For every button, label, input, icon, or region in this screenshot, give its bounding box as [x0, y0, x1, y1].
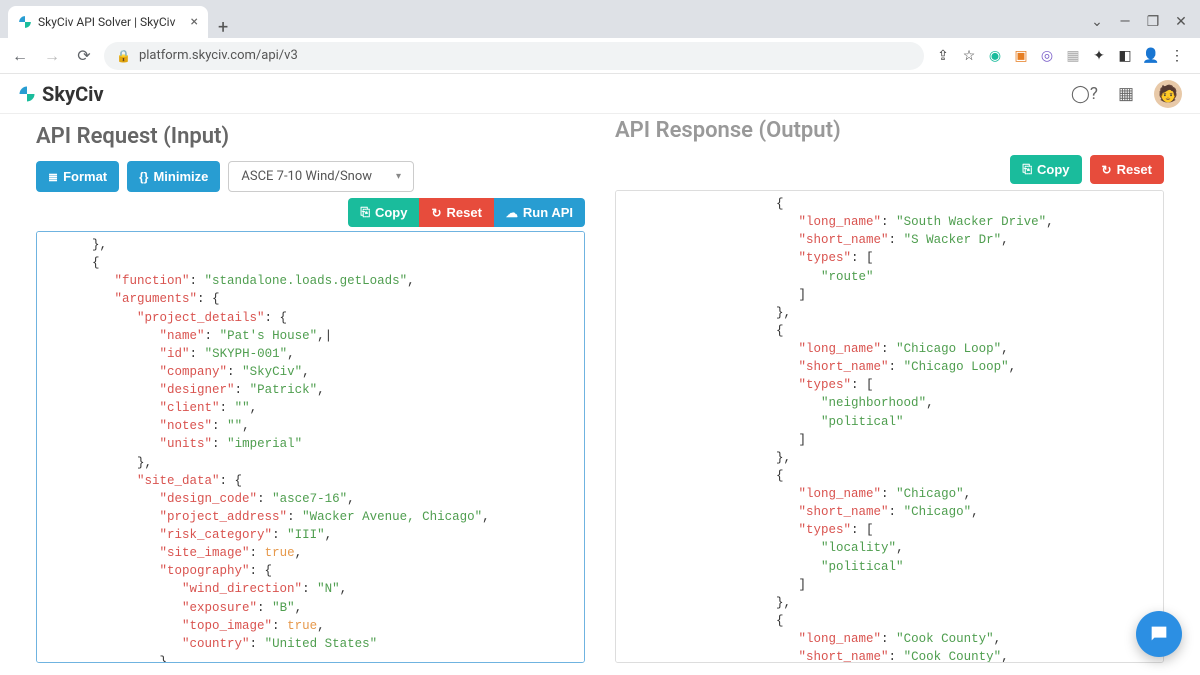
copy-response-button[interactable]: ⎘ Copy — [1010, 155, 1081, 184]
extension-icon[interactable]: ▣ — [1010, 45, 1032, 67]
restore-window-icon[interactable]: ❐ — [1142, 14, 1164, 30]
star-icon[interactable]: ☆ — [958, 45, 980, 67]
extension-icon[interactable]: ◎ — [1036, 45, 1058, 67]
toolbar-icons: ⇪ ☆ ◉ ▣ ◎ ▦ ✦ ◧ 👤 ⋮ — [932, 45, 1192, 67]
tab-title: SkyCiv API Solver | SkyCiv — [38, 15, 175, 29]
extension-icon[interactable]: ◉ — [984, 45, 1006, 67]
brand-logo[interactable]: SkyCiv — [18, 82, 104, 106]
response-viewer[interactable]: { "long_name": "South Wacker Drive", "sh… — [615, 190, 1164, 663]
braces-icon: {} — [139, 170, 148, 184]
request-title: API Request (Input) — [36, 124, 585, 149]
extension-icon[interactable]: ◧ — [1114, 45, 1136, 67]
extension-icon[interactable]: ▦ — [1062, 45, 1084, 67]
request-toolbar: ≣ Format {} Minimize ASCE 7-10 Wind/Snow… — [36, 161, 585, 192]
forward-button[interactable]: → — [40, 44, 64, 68]
back-button[interactable]: ← — [8, 44, 32, 68]
response-code: { "long_name": "South Wacker Drive", "sh… — [616, 191, 1163, 663]
share-icon[interactable]: ⇪ — [932, 45, 954, 67]
new-tab-button[interactable]: + — [208, 17, 238, 38]
minimize-window-icon[interactable]: — — [1114, 14, 1136, 30]
request-editor[interactable]: }, { "function": "standalone.loads.getLo… — [36, 231, 585, 663]
tab-close-icon[interactable]: × — [191, 14, 198, 30]
chat-launcher[interactable] — [1136, 611, 1182, 657]
help-icon[interactable]: ◯? — [1071, 84, 1098, 104]
window-controls: ⌄ — ❐ ✕ — [1086, 14, 1192, 38]
user-avatar[interactable]: 🧑 — [1154, 80, 1182, 108]
dropdown-selected: ASCE 7-10 Wind/Snow — [241, 169, 372, 184]
close-window-icon[interactable]: ✕ — [1170, 14, 1192, 30]
lock-icon: 🔒 — [116, 49, 131, 63]
request-action-bar: ⎘ Copy ↻ Reset ☁ Run API — [36, 198, 585, 227]
url-text: platform.skyciv.com/api/v3 — [139, 48, 298, 63]
puzzle-icon[interactable]: ✦ — [1088, 45, 1110, 67]
chevron-down-icon: ▾ — [396, 171, 401, 182]
format-button[interactable]: ≣ Format — [36, 161, 119, 192]
reset-response-button[interactable]: ↻ Reset — [1090, 155, 1164, 184]
profile-avatar-icon[interactable]: 👤 — [1140, 45, 1162, 67]
app-header: SkyCiv ◯? ▦ 🧑 — [0, 74, 1200, 114]
browser-tabstrip: SkyCiv API Solver | SkyCiv × + ⌄ — ❐ ✕ — [0, 0, 1200, 38]
align-icon: ≣ — [48, 170, 58, 184]
tab-favicon-icon — [18, 15, 32, 29]
response-toolbar: ⎘ Copy ↻ Reset — [615, 155, 1164, 184]
browser-address-bar: ← → ⟳ 🔒 platform.skyciv.com/api/v3 ⇪ ☆ ◉… — [0, 38, 1200, 74]
copy-icon: ⎘ — [360, 205, 370, 220]
kebab-menu-icon[interactable]: ⋮ — [1166, 45, 1188, 67]
chevron-down-icon[interactable]: ⌄ — [1086, 14, 1108, 30]
copy-icon: ⎘ — [1022, 162, 1032, 177]
reload-button[interactable]: ⟳ — [72, 44, 96, 68]
refresh-icon: ↻ — [431, 206, 441, 220]
refresh-icon: ↻ — [1102, 163, 1112, 177]
chat-icon — [1148, 623, 1170, 645]
url-input[interactable]: 🔒 platform.skyciv.com/api/v3 — [104, 42, 924, 70]
response-title: API Response (Output) — [615, 118, 1164, 143]
reset-request-button[interactable]: ↻ Reset — [419, 198, 493, 227]
request-panel: API Request (Input) ≣ Format {} Minimize… — [0, 114, 605, 675]
brand-name: SkyCiv — [42, 82, 104, 106]
cloud-icon: ☁ — [506, 206, 518, 220]
minimize-button[interactable]: {} Minimize — [127, 161, 220, 192]
apps-grid-icon[interactable]: ▦ — [1118, 84, 1134, 104]
brand-mark-icon — [18, 85, 36, 103]
request-code: }, { "function": "standalone.loads.getLo… — [37, 232, 584, 663]
browser-tab[interactable]: SkyCiv API Solver | SkyCiv × — [8, 6, 208, 38]
run-api-button[interactable]: ☁ Run API — [494, 198, 585, 227]
main-content: API Request (Input) ≣ Format {} Minimize… — [0, 114, 1200, 675]
template-dropdown[interactable]: ASCE 7-10 Wind/Snow ▾ — [228, 161, 414, 192]
response-panel: API Response (Output) ⎘ Copy ↻ Reset { "… — [605, 114, 1200, 675]
copy-request-button[interactable]: ⎘ Copy — [348, 198, 419, 227]
